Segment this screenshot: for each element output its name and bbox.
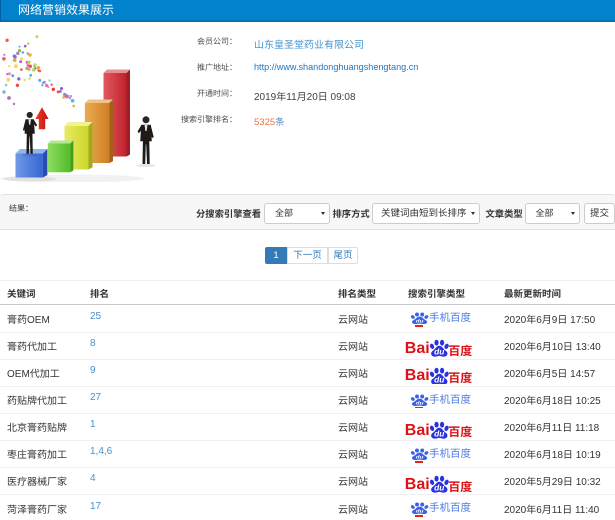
svg-text:du: du xyxy=(434,347,444,357)
svg-text:du: du xyxy=(416,510,424,515)
svg-text:du: du xyxy=(416,455,424,460)
svg-text:du: du xyxy=(434,428,444,438)
svg-text:du: du xyxy=(434,374,444,384)
svg-text:du: du xyxy=(416,319,424,324)
svg-text:du: du xyxy=(416,401,424,406)
svg-text:du: du xyxy=(434,483,444,493)
